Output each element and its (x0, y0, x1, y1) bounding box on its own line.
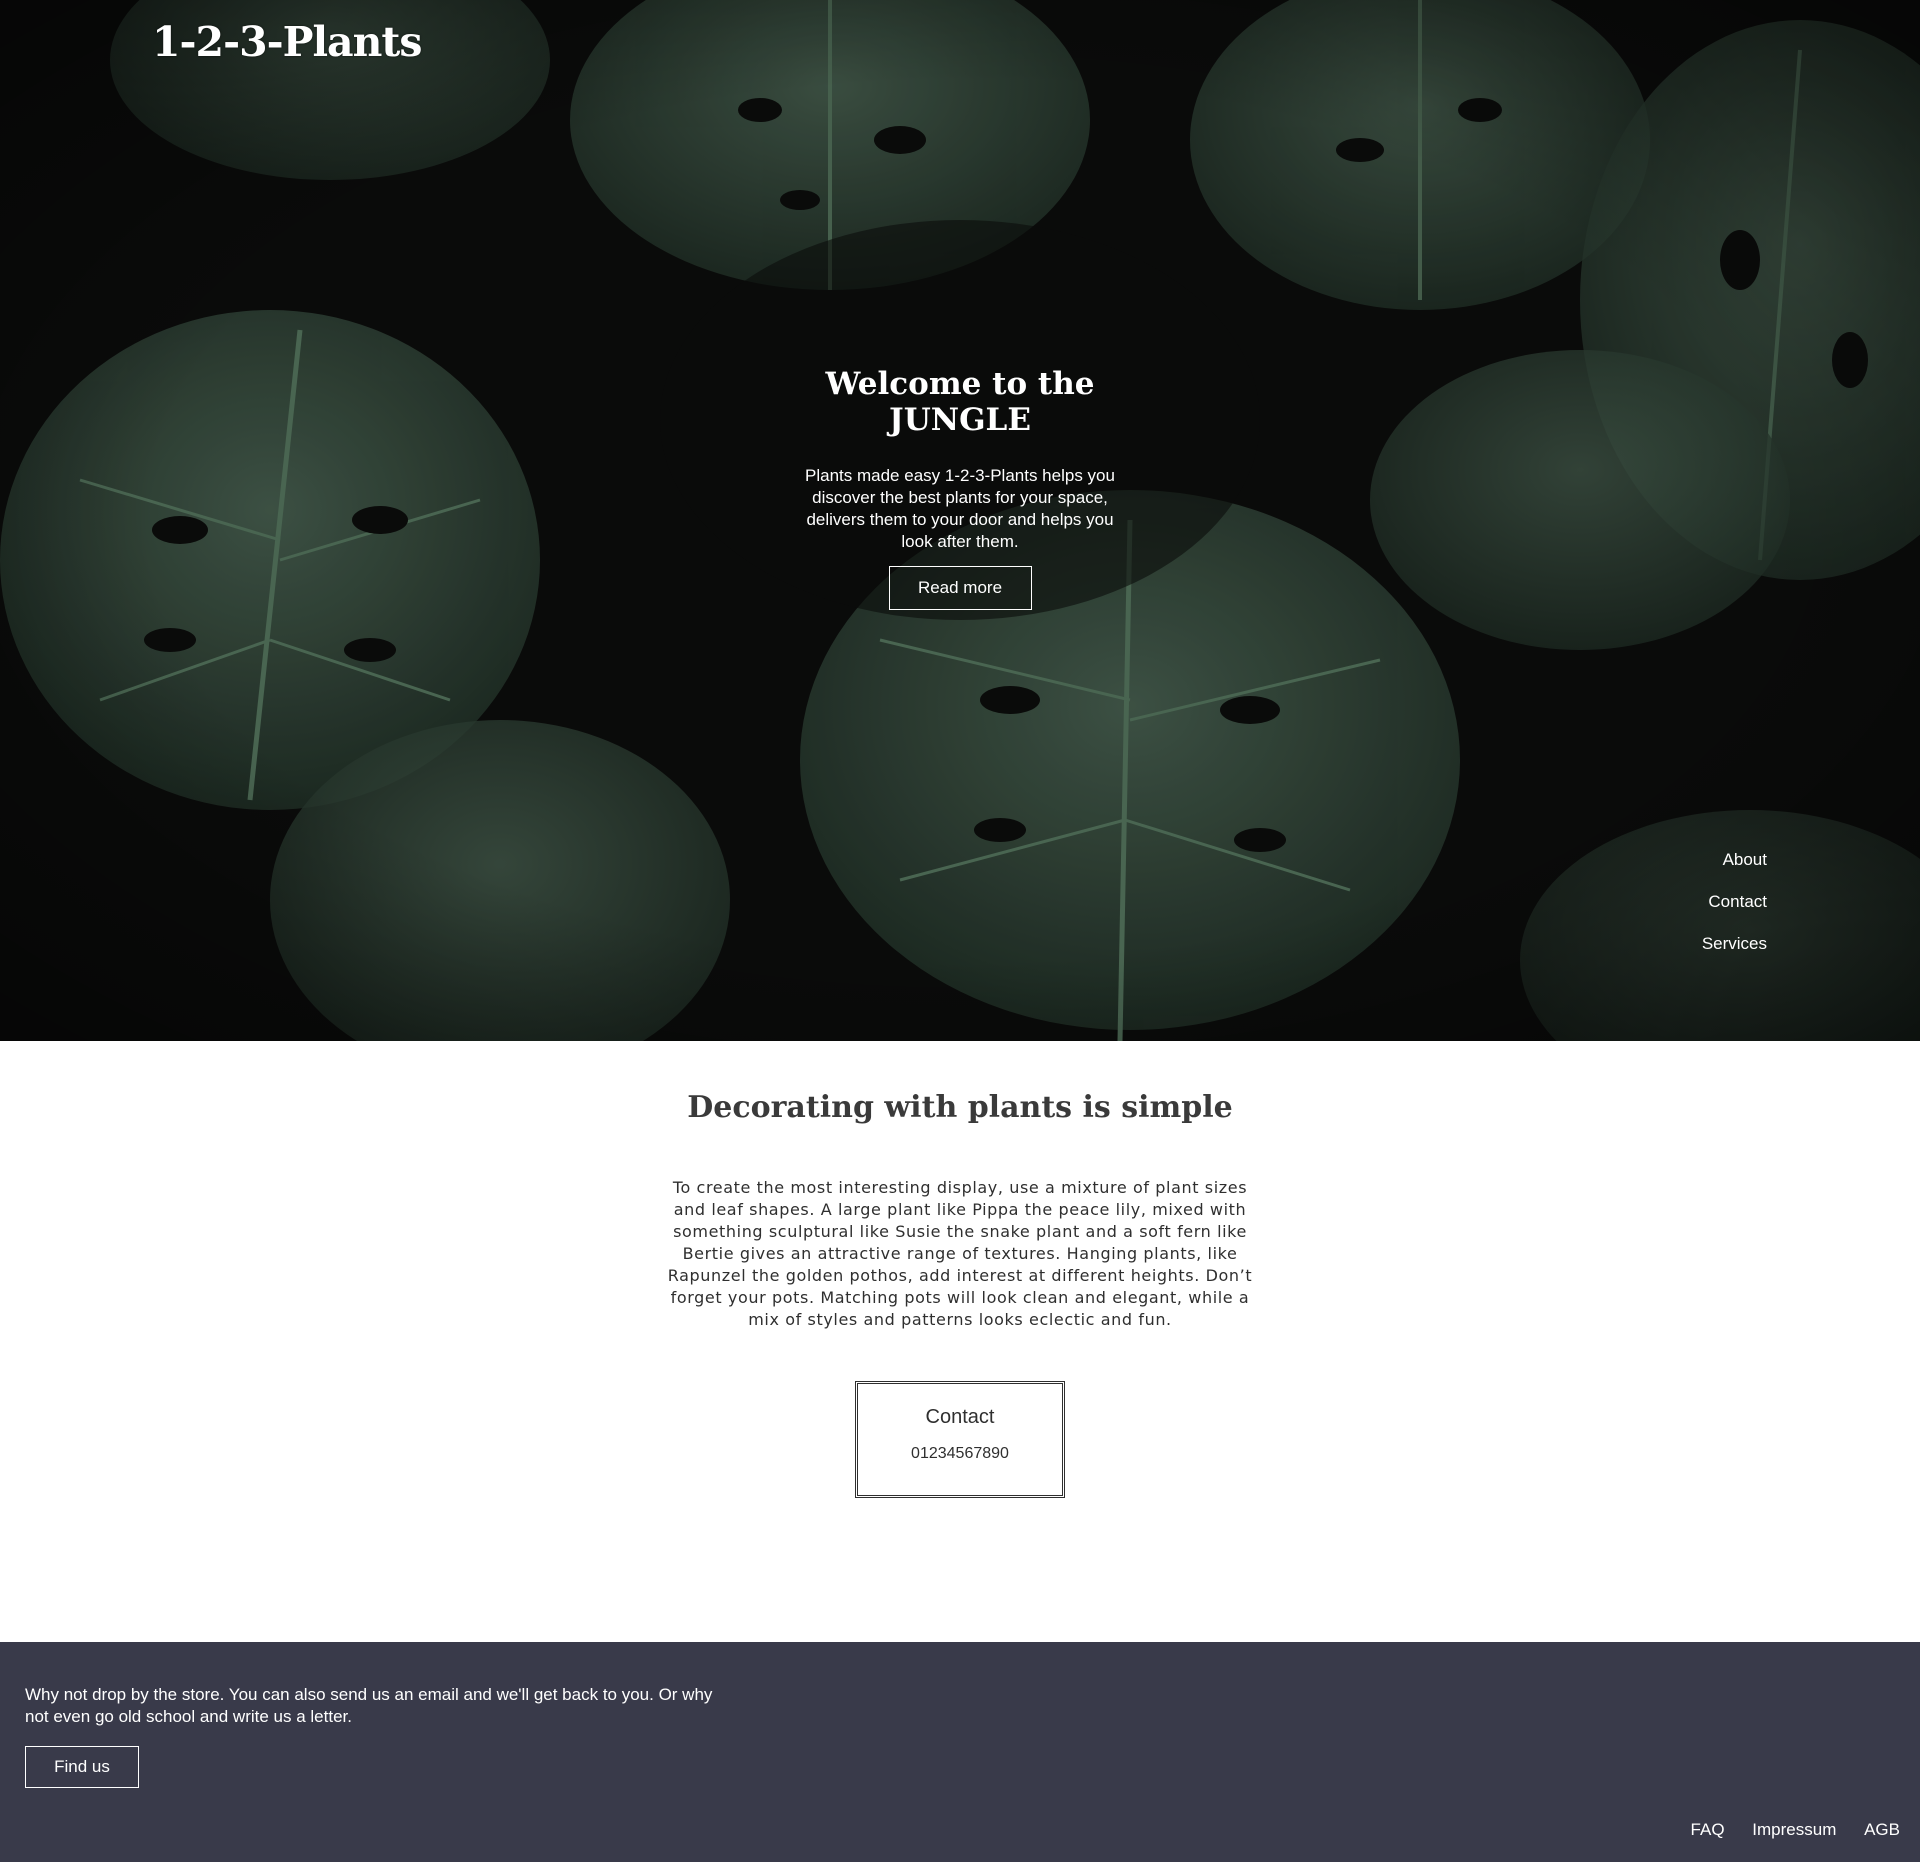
hero-title-line-1: Welcome to the (825, 366, 1095, 402)
hero-title: Welcome to the JUNGLE (790, 366, 1130, 438)
hero-intro: Welcome to the JUNGLE Plants made easy 1… (790, 366, 1130, 610)
footer-links: FAQ Impressum AGB (1668, 1820, 1900, 1840)
nav-link-about[interactable]: About (1702, 850, 1767, 870)
hero-title-line-2: JUNGLE (889, 402, 1031, 438)
section-description: To create the most interesting display, … (667, 1178, 1253, 1329)
section-title: Decorating with plants is simple (687, 1090, 1233, 1125)
contact-phone[interactable]: 01234567890 (858, 1445, 1062, 1463)
footer-link-agb[interactable]: AGB (1864, 1820, 1900, 1839)
footer-link-faq[interactable]: FAQ (1691, 1820, 1725, 1839)
content-section: Decorating with plants is simple To crea… (0, 1041, 1920, 1642)
contact-box[interactable]: Contact 01234567890 (855, 1381, 1065, 1498)
footer: Why not drop by the store. You can also … (0, 1642, 1920, 1862)
hero-section: 1-2-3-Plants Welcome to the JUNGLE Plant… (0, 0, 1920, 1041)
nav-link-contact[interactable]: Contact (1702, 892, 1767, 912)
hero-description: Plants made easy 1-2-3-Plants helps you … (805, 466, 1115, 551)
find-us-button[interactable]: Find us (25, 1746, 139, 1788)
nav-link-services[interactable]: Services (1702, 934, 1767, 954)
hero-nav: About Contact Services (1702, 850, 1767, 976)
contact-label: Contact (925, 1406, 995, 1428)
read-more-button[interactable]: Read more (888, 566, 1032, 610)
footer-link-impressum[interactable]: Impressum (1752, 1820, 1836, 1839)
site-logo[interactable]: 1-2-3-Plants (152, 18, 422, 66)
footer-text: Why not drop by the store. You can also … (25, 1685, 713, 1726)
